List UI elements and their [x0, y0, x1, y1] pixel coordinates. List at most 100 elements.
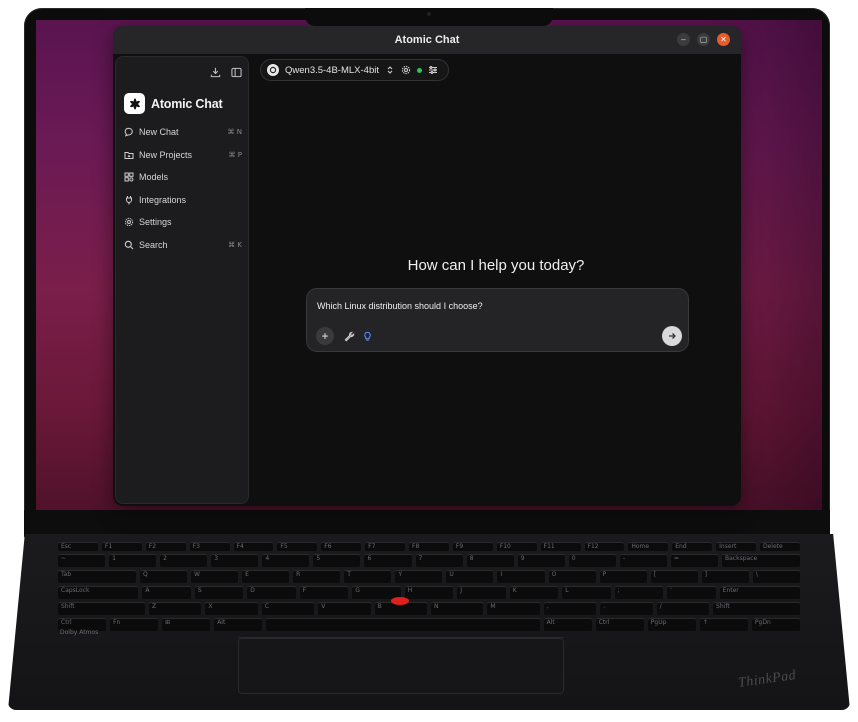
keyboard-key[interactable]: P: [599, 570, 647, 583]
keyboard-key[interactable]: 8: [466, 554, 514, 567]
title-bar[interactable]: Atomic Chat – ▢ ✕: [113, 26, 741, 54]
keyboard-key[interactable]: ⊞: [162, 618, 211, 631]
keyboard-key[interactable]: ↑: [699, 618, 748, 631]
keyboard-key[interactable]: ;: [614, 586, 664, 599]
keyboard-key[interactable]: Z: [148, 602, 202, 615]
attach-add-button[interactable]: +: [316, 327, 334, 345]
keyboard-key[interactable]: F6: [321, 542, 362, 551]
tools-wrench-icon[interactable]: [344, 331, 355, 342]
sidebar-item-search[interactable]: Search ⌘ K: [124, 234, 242, 257]
keyboard-key[interactable]: F12: [584, 542, 625, 551]
model-selector[interactable]: Qwen3.5-4B-MLX-4bit: [260, 59, 449, 81]
lightbulb-icon[interactable]: [362, 331, 373, 342]
keyboard-key[interactable]: Shift: [58, 602, 145, 615]
keyboard-key[interactable]: O: [548, 570, 596, 583]
keyboard-key[interactable]: F11: [540, 542, 581, 551]
keyboard-key[interactable]: F10: [496, 542, 537, 551]
keyboard-key[interactable]: ]: [701, 570, 749, 583]
keyboard-key[interactable]: Q: [139, 570, 188, 583]
keyboard-key[interactable]: D: [247, 586, 296, 599]
keyboard-key[interactable]: 5: [313, 554, 361, 567]
keyboard-key[interactable]: F3: [189, 542, 230, 551]
model-settings-gear-icon[interactable]: [401, 65, 411, 75]
keyboard-key[interactable]: Shift: [713, 602, 801, 615]
keyboard-row: CapsLock A S D F G H J K L; ' Enter: [58, 586, 800, 599]
keyboard-key[interactable]: U: [446, 570, 494, 583]
chevron-updown-icon[interactable]: [385, 65, 395, 75]
keyboard-key[interactable]: 9: [517, 554, 565, 567]
keyboard-key[interactable]: 3: [211, 554, 259, 567]
touchpad-buttons[interactable]: [238, 630, 564, 638]
keyboard-key[interactable]: L: [562, 586, 611, 599]
keyboard-key[interactable]: K: [509, 586, 559, 599]
keyboard-key[interactable]: I: [497, 570, 545, 583]
keyboard-key[interactable]: F1: [101, 542, 142, 551]
keyboard-key[interactable]: 6: [364, 554, 412, 567]
keyboard-key[interactable]: ,: [543, 602, 597, 615]
keyboard-key[interactable]: Fn: [110, 618, 159, 631]
keyboard-key[interactable]: CapsLock: [58, 586, 139, 599]
keyboard-key[interactable]: Esc: [58, 542, 98, 551]
sidebar-item-integrations[interactable]: Integrations: [124, 189, 242, 212]
keyboard-key[interactable]: W: [191, 570, 239, 583]
keyboard-key[interactable]: ': [667, 586, 716, 599]
keyboard-key[interactable]: S: [194, 586, 244, 599]
keyboard-key[interactable]: T: [344, 570, 392, 583]
touchpad[interactable]: [238, 638, 564, 694]
keyboard-key[interactable]: H: [404, 586, 454, 599]
keyboard-key[interactable]: Insert: [716, 542, 756, 551]
keyboard-key[interactable]: A: [142, 586, 191, 599]
minimize-button[interactable]: –: [677, 33, 690, 46]
sidebar-item-models[interactable]: Models: [124, 166, 242, 189]
sidebar-item-new-chat[interactable]: New Chat ⌘ N: [124, 121, 242, 144]
keyboard-key[interactable]: \: [752, 570, 800, 583]
keyboard-key[interactable]: R: [293, 570, 341, 583]
keyboard-key[interactable]: .: [600, 602, 653, 615]
keyboard-key[interactable]: Home: [628, 542, 669, 551]
keyboard-key[interactable]: Enter: [719, 586, 800, 599]
keyboard-key[interactable]: F7: [365, 542, 405, 551]
keyboard-key[interactable]: 7: [415, 554, 463, 567]
keyboard-key[interactable]: Ctrl: [595, 618, 644, 631]
keyboard-key[interactable]: C: [261, 602, 315, 615]
keyboard-key[interactable]: E: [242, 570, 290, 583]
keyboard-key[interactable]: F9: [452, 542, 493, 551]
trackpoint[interactable]: [391, 597, 409, 605]
keyboard-key[interactable]: ~: [58, 554, 106, 567]
keyboard-key[interactable]: PgDn: [751, 618, 800, 631]
keyboard-key[interactable]: Delete: [760, 542, 800, 551]
sliders-icon[interactable]: [428, 65, 438, 75]
keyboard-key[interactable]: 2: [160, 554, 208, 567]
send-button[interactable]: [662, 326, 682, 346]
webcam-icon: [427, 12, 431, 16]
keyboard-key[interactable]: F8: [409, 542, 449, 551]
keyboard-key[interactable]: Tab: [58, 570, 136, 583]
keyboard-key[interactable]: [: [650, 570, 698, 583]
keyboard-key[interactable]: F: [299, 586, 349, 599]
keyboard-key[interactable]: Backspace: [722, 554, 800, 567]
keyboard-key[interactable]: F5: [277, 542, 318, 551]
sidebar-toggle-icon[interactable]: [231, 65, 242, 78]
keyboard-key[interactable]: N: [431, 602, 484, 615]
keyboard-key[interactable]: X: [205, 602, 258, 615]
keyboard-key[interactable]: PgUp: [647, 618, 696, 631]
keyboard-key[interactable]: End: [672, 542, 713, 551]
keyboard-key[interactable]: 0: [568, 554, 616, 567]
keyboard-key[interactable]: 4: [262, 554, 310, 567]
keyboard-key[interactable]: M: [487, 602, 540, 615]
maximize-button[interactable]: ▢: [697, 33, 710, 46]
keyboard-key[interactable]: J: [457, 586, 506, 599]
keyboard-key[interactable]: F2: [145, 542, 186, 551]
sidebar-item-settings[interactable]: Settings: [124, 211, 242, 234]
keyboard-key[interactable]: -: [619, 554, 667, 567]
keyboard-key[interactable]: F4: [233, 542, 274, 551]
keyboard-key[interactable]: Y: [395, 570, 443, 583]
keyboard-key[interactable]: V: [318, 602, 371, 615]
sidebar-item-new-projects[interactable]: New Projects ⌘ P: [124, 144, 242, 167]
keyboard-key[interactable]: /: [656, 602, 710, 615]
keyboard-key[interactable]: 1: [109, 554, 157, 567]
keyboard-key[interactable]: =: [670, 554, 719, 567]
close-button[interactable]: ✕: [717, 33, 730, 46]
download-icon[interactable]: [210, 65, 221, 78]
chat-input[interactable]: [317, 299, 677, 313]
